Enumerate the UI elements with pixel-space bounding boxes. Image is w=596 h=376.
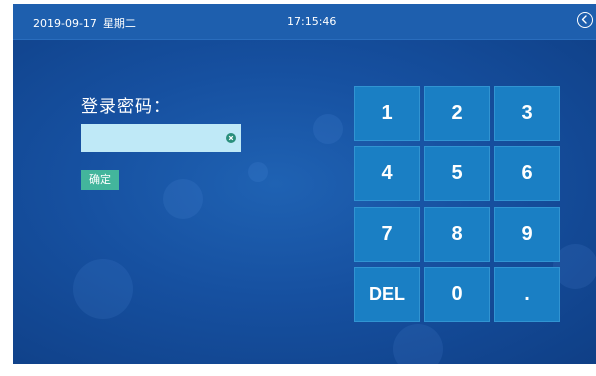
password-field[interactable] (81, 124, 241, 152)
clock-time: 17:15:46 (287, 15, 337, 28)
key-9[interactable]: 9 (494, 207, 560, 262)
key-1[interactable]: 1 (354, 86, 420, 141)
key-5[interactable]: 5 (424, 146, 490, 201)
password-input[interactable] (81, 124, 221, 152)
date-text: 2019-09-17 (33, 17, 97, 30)
background-bokeh (163, 179, 203, 219)
key-7[interactable]: 7 (354, 207, 420, 262)
chevron-left-circle-icon (581, 15, 587, 24)
key-3[interactable]: 3 (494, 86, 560, 141)
numeric-keypad: 1 2 3 4 5 6 7 8 9 DEL 0 . (354, 86, 560, 323)
confirm-button[interactable]: 确定 (81, 170, 119, 190)
password-label: 登录密码： (81, 97, 171, 117)
background-bokeh (313, 114, 343, 144)
key-0[interactable]: 0 (424, 267, 490, 322)
key-decimal-point[interactable]: . (494, 267, 560, 322)
status-bar: 2019-09-17 星期二 17:15:46 (13, 4, 596, 40)
background-bokeh (248, 162, 268, 182)
status-date: 2019-09-17 星期二 (33, 15, 136, 31)
key-6[interactable]: 6 (494, 146, 560, 201)
key-2[interactable]: 2 (424, 86, 490, 141)
key-8[interactable]: 8 (424, 207, 490, 262)
back-button[interactable] (577, 12, 593, 28)
weekday-text: 星期二 (102, 17, 136, 30)
background-bokeh (393, 324, 443, 364)
background-bokeh (73, 259, 133, 319)
key-4[interactable]: 4 (354, 146, 420, 201)
key-delete[interactable]: DEL (354, 267, 420, 322)
clear-circle-icon[interactable] (226, 133, 236, 143)
app-screen: 2019-09-17 星期二 17:15:46 登录密码： 确定 1 2 3 4 … (13, 4, 596, 364)
